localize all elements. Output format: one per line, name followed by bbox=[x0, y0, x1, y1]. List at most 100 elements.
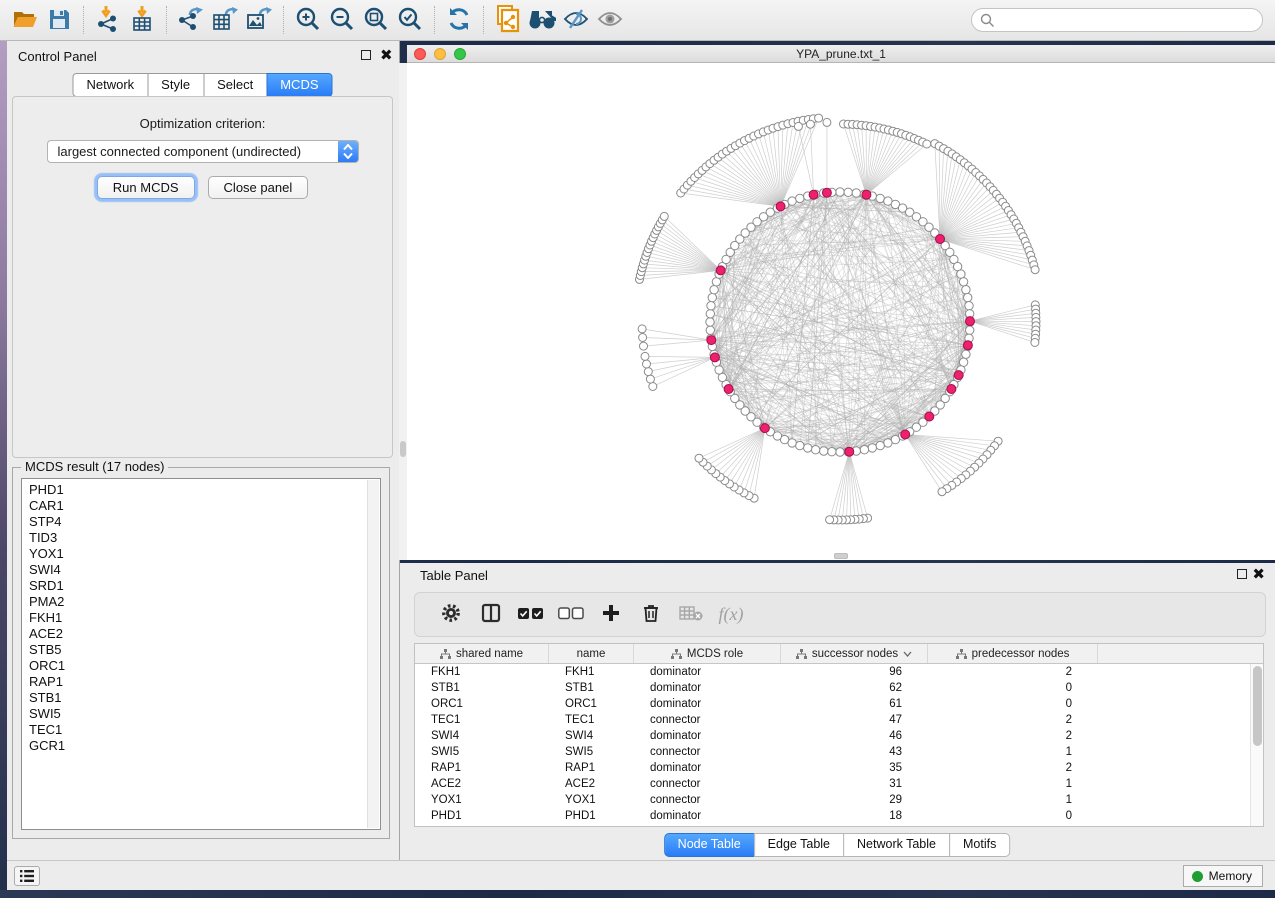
mcds-result-item[interactable]: RAP1 bbox=[29, 674, 380, 690]
export-image-button[interactable] bbox=[242, 4, 276, 36]
table-row[interactable]: YOX1YOX1connector291 bbox=[415, 792, 1263, 808]
table-cell: SWI5 bbox=[415, 744, 549, 760]
network-vertical-scrollbar[interactable] bbox=[399, 63, 407, 560]
tab-style[interactable]: Style bbox=[147, 73, 204, 97]
zoom-selected-button[interactable] bbox=[393, 4, 427, 36]
mcds-result-item[interactable]: PMA2 bbox=[29, 594, 380, 610]
mcds-result-item[interactable]: YOX1 bbox=[29, 546, 380, 562]
search-field[interactable] bbox=[971, 8, 1263, 32]
tab-node-table[interactable]: Node Table bbox=[664, 833, 755, 857]
delete-column-button[interactable] bbox=[631, 598, 671, 632]
zoom-fit-button[interactable] bbox=[359, 4, 393, 36]
add-column-button[interactable] bbox=[591, 598, 631, 632]
mcds-result-item[interactable]: TEC1 bbox=[29, 722, 380, 738]
delete-table-button[interactable] bbox=[671, 598, 711, 632]
column-header-predecessor-nodes[interactable]: predecessor nodes bbox=[928, 644, 1098, 663]
search-input[interactable] bbox=[998, 10, 1248, 30]
zoom-in-icon bbox=[295, 6, 321, 35]
float-panel-icon[interactable] bbox=[361, 50, 371, 60]
tab-motifs[interactable]: Motifs bbox=[949, 833, 1010, 857]
optimization-criterion-select[interactable]: largest connected component (undirected) bbox=[47, 140, 359, 163]
table-row[interactable]: RAP1RAP1dominator352 bbox=[415, 760, 1263, 776]
mcds-result-item[interactable]: SWI5 bbox=[29, 706, 380, 722]
table-settings-button[interactable] bbox=[431, 598, 471, 632]
table-cell: dominator bbox=[634, 696, 781, 712]
export-table-button[interactable] bbox=[208, 4, 242, 36]
memory-button[interactable]: Memory bbox=[1183, 865, 1263, 887]
select-all-button[interactable] bbox=[511, 598, 551, 632]
table-cell: 2 bbox=[928, 728, 1098, 744]
table-cell: dominator bbox=[634, 760, 781, 776]
mcds-result-item[interactable]: STB5 bbox=[29, 642, 380, 658]
plus-icon bbox=[602, 604, 620, 625]
network-vertical-scrollbar-thumb[interactable] bbox=[400, 441, 406, 457]
tab-network-table[interactable]: Network Table bbox=[843, 833, 950, 857]
tab-select[interactable]: Select bbox=[203, 73, 267, 97]
fx-icon: f(x) bbox=[719, 604, 744, 625]
column-header-successor-nodes[interactable]: successor nodes bbox=[781, 644, 928, 663]
table-row[interactable]: SWI5SWI5connector431 bbox=[415, 744, 1263, 760]
close-panel-icon[interactable]: ✖ bbox=[380, 51, 393, 61]
mcds-result-item[interactable]: STP4 bbox=[29, 514, 380, 530]
deselect-all-button[interactable] bbox=[551, 598, 591, 632]
column-header-mcds-role[interactable]: MCDS role bbox=[634, 644, 781, 663]
zoom-out-button[interactable] bbox=[325, 4, 359, 36]
table-row[interactable]: FKH1FKH1dominator962 bbox=[415, 664, 1263, 680]
column-header-name[interactable]: name bbox=[549, 644, 634, 663]
tab-network[interactable]: Network bbox=[72, 73, 148, 97]
table-row[interactable]: STB1STB1dominator620 bbox=[415, 680, 1263, 696]
table-row[interactable]: TEC1TEC1connector472 bbox=[415, 712, 1263, 728]
network-svg bbox=[407, 63, 1275, 560]
network-overview-button[interactable] bbox=[491, 4, 525, 36]
table-row[interactable]: ORC1ORC1dominator610 bbox=[415, 696, 1263, 712]
export-network-button[interactable] bbox=[174, 4, 208, 36]
mcds-result-item[interactable]: STB1 bbox=[29, 690, 380, 706]
unchecked-checkboxes-icon bbox=[558, 607, 584, 623]
zoom-in-button[interactable] bbox=[291, 4, 325, 36]
tab-mcds[interactable]: MCDS bbox=[266, 73, 332, 97]
table-row[interactable]: ACE2ACE2connector311 bbox=[415, 776, 1263, 792]
toggle-graphics-details-button[interactable] bbox=[559, 4, 593, 36]
mcds-result-item[interactable]: ACE2 bbox=[29, 626, 380, 642]
mcds-result-item[interactable]: PHD1 bbox=[29, 482, 380, 498]
import-table-button[interactable] bbox=[125, 4, 159, 36]
hierarchy-icon bbox=[671, 649, 682, 659]
tab-edge-table[interactable]: Edge Table bbox=[754, 833, 844, 857]
apply-layout-button[interactable] bbox=[442, 4, 476, 36]
mcds-result-item[interactable]: SWI4 bbox=[29, 562, 380, 578]
table-row[interactable]: PHD1PHD1dominator180 bbox=[415, 808, 1263, 824]
table-cell: 35 bbox=[781, 760, 928, 776]
memory-status-dot-icon bbox=[1192, 871, 1203, 882]
function-builder-button[interactable]: f(x) bbox=[711, 598, 751, 632]
float-table-panel-icon[interactable] bbox=[1237, 569, 1247, 579]
table-scrollbar[interactable] bbox=[1250, 664, 1263, 826]
show-columns-button[interactable] bbox=[471, 598, 511, 632]
import-network-button[interactable] bbox=[91, 4, 125, 36]
eye-slash-icon bbox=[562, 8, 590, 33]
status-menu-button[interactable] bbox=[14, 866, 40, 886]
show-hide-button[interactable] bbox=[593, 4, 627, 36]
close-table-panel-icon[interactable]: ✖ bbox=[1252, 570, 1265, 580]
mcds-result-item[interactable]: CAR1 bbox=[29, 498, 380, 514]
run-mcds-button[interactable]: Run MCDS bbox=[97, 176, 195, 199]
mcds-list-scrollbar[interactable] bbox=[367, 480, 379, 828]
network-canvas[interactable] bbox=[407, 63, 1275, 560]
toolbar-separator bbox=[434, 6, 435, 34]
table-row[interactable]: SWI4SWI4dominator462 bbox=[415, 728, 1263, 744]
network-horizontal-scrollbar-thumb[interactable] bbox=[834, 553, 848, 559]
table-cell: 2 bbox=[928, 664, 1098, 680]
close-panel-button[interactable]: Close panel bbox=[208, 176, 309, 199]
eye-icon bbox=[596, 8, 624, 33]
mcds-result-item[interactable]: SRD1 bbox=[29, 578, 380, 594]
mcds-result-item[interactable]: FKH1 bbox=[29, 610, 380, 626]
mcds-result-item[interactable]: TID3 bbox=[29, 530, 380, 546]
open-folder-icon bbox=[12, 8, 38, 33]
table-scrollbar-thumb[interactable] bbox=[1253, 666, 1262, 746]
mcds-result-item[interactable]: ORC1 bbox=[29, 658, 380, 674]
search-binoculars-button[interactable] bbox=[525, 4, 559, 36]
save-session-button[interactable] bbox=[42, 4, 76, 36]
column-header-shared-name[interactable]: shared name bbox=[415, 644, 549, 663]
table-cell: 46 bbox=[781, 728, 928, 744]
open-folder-button[interactable] bbox=[8, 4, 42, 36]
mcds-result-item[interactable]: GCR1 bbox=[29, 738, 380, 754]
